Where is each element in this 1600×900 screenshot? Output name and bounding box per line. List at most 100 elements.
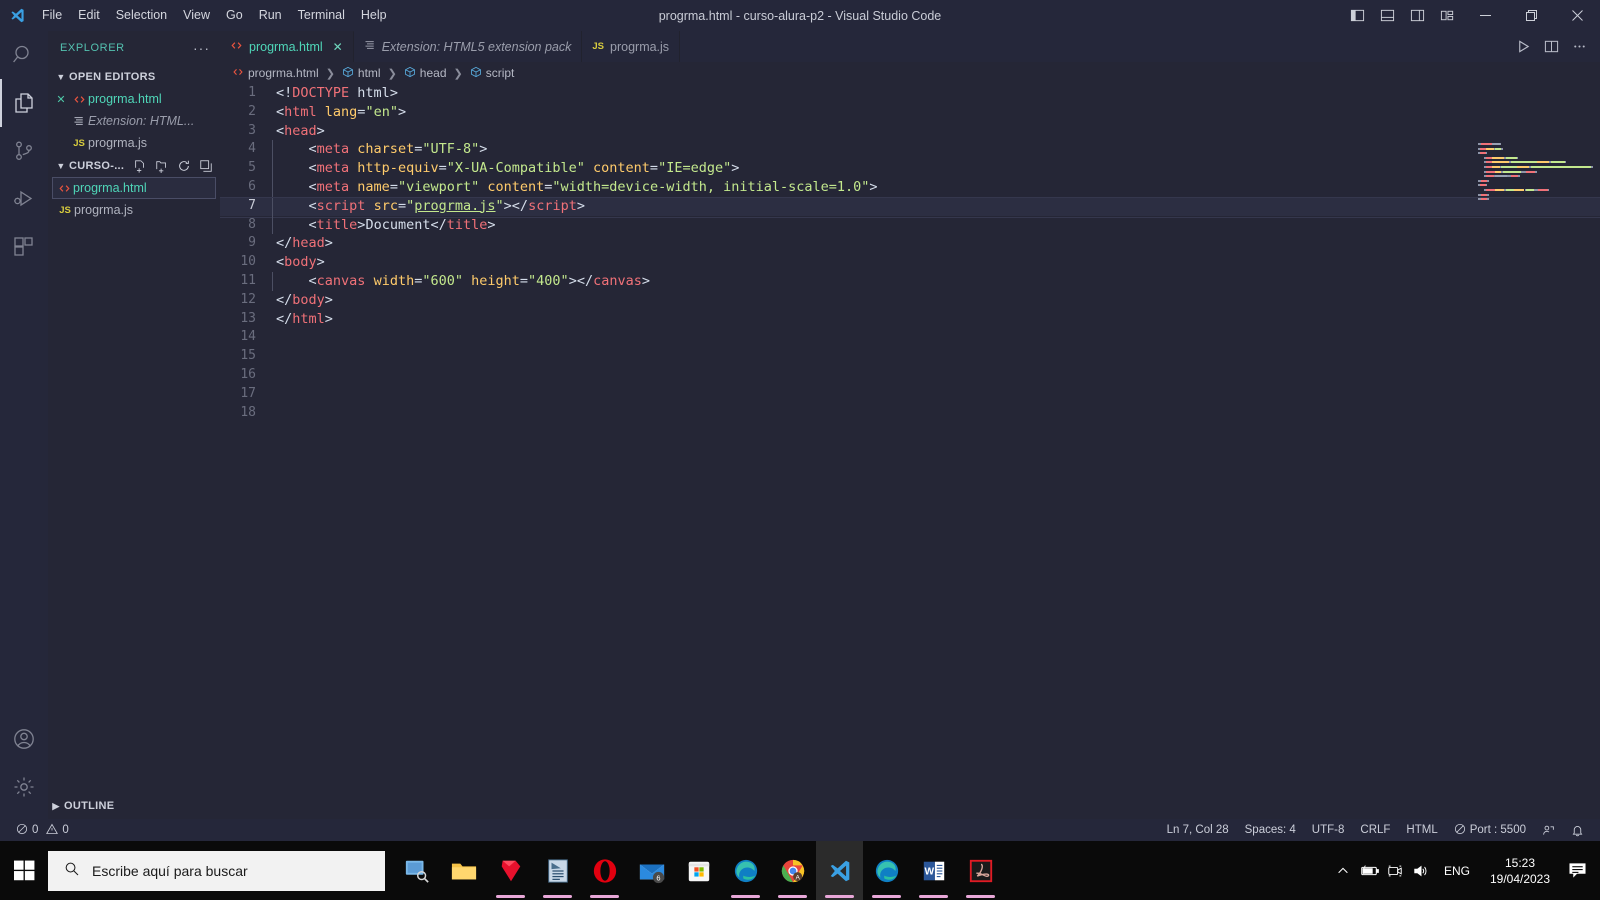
breadcrumb-item-file[interactable]: progrma.html xyxy=(232,66,319,81)
section-open-editors[interactable]: ▼ OPEN EDITORS xyxy=(48,65,220,88)
notifications-bell-icon[interactable] xyxy=(1563,819,1592,841)
code-line[interactable]: 9 </head> xyxy=(220,234,1600,253)
line-content[interactable]: </html> xyxy=(272,310,333,329)
action-center-icon[interactable] xyxy=(1560,841,1594,900)
indentation-setting[interactable]: Spaces: 4 xyxy=(1237,819,1304,841)
minimap[interactable] xyxy=(1466,137,1593,894)
customize-layout-icon[interactable] xyxy=(1432,0,1462,31)
toggle-panel-icon[interactable] xyxy=(1372,0,1402,31)
code-line[interactable]: 16 xyxy=(220,366,1600,385)
code-line[interactable]: 18 xyxy=(220,404,1600,423)
battery-charging-icon[interactable] xyxy=(1356,841,1382,900)
file-item-progrma-js[interactable]: JS progrma.js xyxy=(48,199,220,221)
language-mode[interactable]: HTML xyxy=(1398,819,1445,841)
line-content[interactable]: </head> xyxy=(272,234,333,253)
search-icon[interactable] xyxy=(0,31,48,79)
code-line[interactable]: 4 <meta charset="UTF-8"> xyxy=(220,140,1600,160)
code-line[interactable]: 5 <meta http-equiv="X-UA-Compatible" con… xyxy=(220,159,1600,178)
code-line[interactable]: 6 <meta name="viewport" content="width=d… xyxy=(220,177,1600,197)
windows-start-icon[interactable] xyxy=(0,841,48,900)
close-icon[interactable]: ✕ xyxy=(52,93,70,106)
code-line[interactable]: 10 <body> xyxy=(220,253,1600,272)
tab-extension-html5-pack[interactable]: Extension: HTML5 extension pack xyxy=(354,31,583,62)
toggle-primary-sidebar-icon[interactable] xyxy=(1342,0,1372,31)
line-content[interactable]: <head> xyxy=(272,122,325,141)
line-content[interactable]: <html lang="en"> xyxy=(272,103,406,122)
line-content[interactable] xyxy=(272,347,276,366)
source-control-icon[interactable] xyxy=(0,127,48,175)
code-line[interactable]: 14 xyxy=(220,328,1600,347)
file-item-progrma-html[interactable]: progrma.html xyxy=(52,177,216,199)
section-outline[interactable]: ▶ OUTLINE xyxy=(48,795,220,817)
menu-view[interactable]: View xyxy=(175,0,218,31)
menu-help[interactable]: Help xyxy=(353,0,395,31)
menu-terminal[interactable]: Terminal xyxy=(290,0,353,31)
line-content[interactable]: <body> xyxy=(272,253,325,272)
code-line[interactable]: 15 xyxy=(220,347,1600,366)
explorer-icon[interactable] xyxy=(0,79,48,127)
menu-run[interactable]: Run xyxy=(251,0,290,31)
code-line[interactable]: 11 <canvas width="600" height="400"></ca… xyxy=(220,271,1600,291)
minimize-button[interactable] xyxy=(1462,0,1508,31)
collapse-all-icon[interactable] xyxy=(196,156,216,176)
code-line[interactable]: 12 </body> xyxy=(220,291,1600,310)
manage-settings-icon[interactable] xyxy=(0,763,48,811)
line-content[interactable]: <script src="progrma.js"></script> xyxy=(272,196,585,216)
tab-progrma-js[interactable]: JS progrma.js xyxy=(582,31,681,62)
run-code-icon[interactable] xyxy=(1510,31,1536,62)
open-editor-item-progrma-html[interactable]: ✕ progrma.html xyxy=(48,88,220,110)
section-folder-curso[interactable]: ▼ CURSO-... xyxy=(48,154,220,177)
file-explorer-icon[interactable] xyxy=(440,841,487,900)
layout-icon[interactable] xyxy=(534,841,581,900)
show-hidden-icons-icon[interactable] xyxy=(1330,841,1356,900)
mail-icon[interactable]: 6 xyxy=(628,841,675,900)
line-content[interactable]: <canvas width="600" height="400"></canva… xyxy=(272,271,650,291)
clock[interactable]: 15:23 19/04/2023 xyxy=(1480,855,1560,887)
camera-icon[interactable] xyxy=(1382,841,1408,900)
edge-icon[interactable] xyxy=(722,841,769,900)
problems-status[interactable]: 0 0 xyxy=(8,819,77,841)
breadcrumb-item-html[interactable]: html xyxy=(342,66,381,81)
volume-icon[interactable] xyxy=(1408,841,1434,900)
menu-file[interactable]: File xyxy=(34,0,70,31)
line-content[interactable]: </body> xyxy=(272,291,333,310)
microsoft-store-icon[interactable] xyxy=(675,841,722,900)
menu-go[interactable]: Go xyxy=(218,0,251,31)
accounts-icon[interactable] xyxy=(0,715,48,763)
line-content[interactable]: <meta charset="UTF-8"> xyxy=(272,140,487,160)
word-icon[interactable]: W xyxy=(910,841,957,900)
chrome-icon[interactable]: A xyxy=(769,841,816,900)
new-folder-icon[interactable] xyxy=(152,156,172,176)
open-editor-item-progrma-js[interactable]: JS progrma.js xyxy=(48,132,220,154)
more-actions-icon[interactable] xyxy=(1566,31,1592,62)
line-content[interactable]: <!DOCTYPE html> xyxy=(272,84,398,103)
live-server-port[interactable]: Port : 5500 xyxy=(1446,819,1534,841)
views-more-actions-icon[interactable]: ··· xyxy=(193,40,210,56)
code-editor[interactable]: 1 <!DOCTYPE html> 2 <html lang="en"> 3 <head>… xyxy=(220,84,1600,841)
line-content[interactable]: <meta name="viewport" content="width=dev… xyxy=(272,177,878,197)
code-line[interactable]: 3 <head> xyxy=(220,122,1600,141)
line-content[interactable] xyxy=(272,328,276,347)
encoding-setting[interactable]: UTF-8 xyxy=(1304,819,1353,841)
close-button[interactable] xyxy=(1554,0,1600,31)
run-and-debug-icon[interactable] xyxy=(0,175,48,223)
line-content[interactable] xyxy=(272,404,276,423)
opera-icon[interactable] xyxy=(581,841,628,900)
toggle-secondary-sidebar-icon[interactable] xyxy=(1402,0,1432,31)
refresh-icon[interactable] xyxy=(174,156,194,176)
sketchup-icon[interactable] xyxy=(487,841,534,900)
taskbar-search-input[interactable]: Escribe aquí para buscar xyxy=(48,850,385,891)
acrobat-reader-icon[interactable] xyxy=(957,841,1004,900)
edge-icon[interactable] xyxy=(863,841,910,900)
code-line[interactable]: 7 <script src="progrma.js"></script> xyxy=(220,196,1600,216)
vscode-icon[interactable] xyxy=(816,841,863,900)
editor-scrollbar[interactable] xyxy=(1586,84,1600,841)
line-content[interactable]: <title>Document</title> xyxy=(272,215,496,235)
breadcrumb-item-head[interactable]: head xyxy=(404,66,447,81)
maximize-button[interactable] xyxy=(1508,0,1554,31)
breadcrumb-item-script[interactable]: script xyxy=(470,66,514,81)
code-line[interactable]: 17 xyxy=(220,385,1600,404)
extensions-icon[interactable] xyxy=(0,223,48,271)
menu-selection[interactable]: Selection xyxy=(108,0,175,31)
menu-edit[interactable]: Edit xyxy=(70,0,108,31)
